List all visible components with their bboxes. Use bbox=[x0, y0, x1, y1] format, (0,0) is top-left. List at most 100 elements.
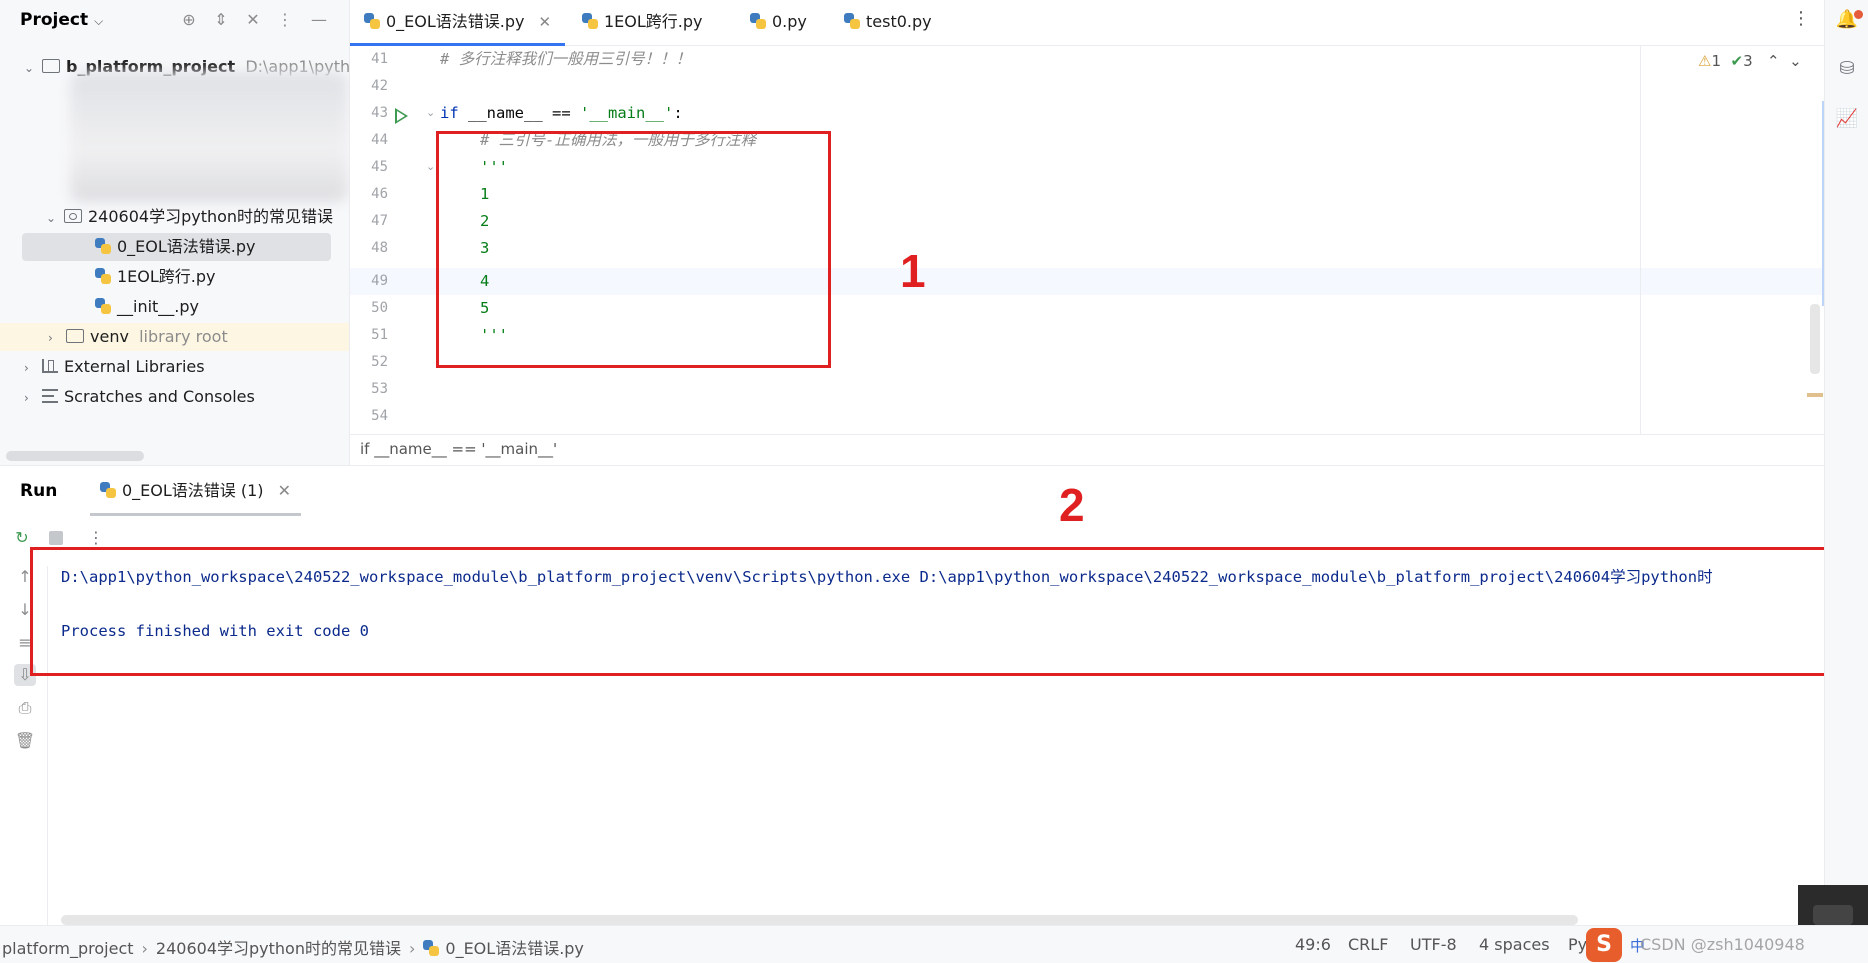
caret-position[interactable]: 49:6 bbox=[1295, 935, 1331, 954]
tab-0-py[interactable]: 0.py bbox=[736, 0, 821, 46]
library-icon bbox=[42, 359, 58, 373]
breadcrumb[interactable]: if __name__ == '__main__' bbox=[360, 440, 557, 458]
file-label: __init__.py bbox=[117, 297, 200, 316]
nav-folder[interactable]: 240604学习python时的常见错误 bbox=[156, 939, 401, 958]
collapse-all-icon[interactable]: ✕ bbox=[242, 9, 264, 31]
editor-breadcrumb-bar: if __name__ == '__main__' bbox=[350, 434, 1824, 465]
crosshair-icon[interactable]: ⊕ bbox=[178, 9, 200, 31]
chevron-up-icon[interactable]: ⌃ bbox=[1767, 52, 1780, 70]
tree-file-1-eol[interactable]: 1EOL跨行.py bbox=[95, 263, 216, 291]
print-icon[interactable]: ⎙ bbox=[14, 697, 36, 719]
rerun-icon[interactable]: ↻ bbox=[12, 528, 32, 548]
chart-icon[interactable]: 📈 bbox=[1835, 107, 1859, 131]
console-scrollbar[interactable] bbox=[61, 915, 1578, 925]
project-view-selector[interactable]: Project ⌵ bbox=[20, 10, 103, 30]
sogou-icon[interactable]: S bbox=[1586, 928, 1622, 962]
expand-all-icon[interactable]: ⇕ bbox=[210, 9, 232, 31]
more-icon[interactable]: ⋮ bbox=[1792, 8, 1810, 29]
close-icon[interactable]: ✕ bbox=[278, 481, 291, 500]
tree-external-libraries[interactable]: › External Libraries bbox=[24, 353, 205, 381]
run-panel-title: Run bbox=[20, 481, 58, 501]
line-number: 54 bbox=[371, 408, 388, 424]
blurred-region bbox=[70, 72, 348, 202]
annotation-box-1 bbox=[436, 131, 831, 368]
python-file-icon bbox=[100, 482, 116, 498]
tree-file-init[interactable]: __init__.py bbox=[95, 293, 199, 321]
more-icon[interactable]: ⋮ bbox=[86, 528, 106, 548]
floating-video-thumbnail[interactable] bbox=[1798, 885, 1868, 925]
folder-icon bbox=[42, 59, 60, 73]
python-file-icon bbox=[844, 13, 860, 29]
warning-icon: ⚠ bbox=[1698, 52, 1712, 70]
file-label: 1EOL跨行.py bbox=[117, 267, 216, 286]
scratches-label: Scratches and Consoles bbox=[64, 387, 255, 406]
project-header: Project ⌵ ⊕ ⇕ ✕ ⋮ — bbox=[0, 0, 350, 42]
trash-icon[interactable]: 🗑 bbox=[14, 730, 36, 752]
editor-scrollbar[interactable] bbox=[1810, 304, 1820, 374]
project-title: Project bbox=[20, 10, 89, 30]
editor-tab-bar: 0_EOL语法错误.py ✕ 1EOL跨行.py 0.py test0.py ⋮ bbox=[350, 0, 1824, 46]
python-file-icon bbox=[423, 940, 440, 956]
stop-icon[interactable] bbox=[46, 528, 66, 548]
chevron-down-icon[interactable]: ⌄ bbox=[1789, 52, 1802, 70]
scratches-icon bbox=[42, 389, 58, 403]
line-number: 53 bbox=[371, 381, 388, 397]
chevron-down-icon: ⌵ bbox=[94, 14, 104, 28]
warning-count: 1 bbox=[1711, 52, 1721, 70]
minimize-icon[interactable]: — bbox=[308, 9, 330, 31]
folder-label: 240604学习python时的常见错误 bbox=[88, 207, 334, 226]
interpreter-widget[interactable]: Py bbox=[1568, 935, 1587, 954]
line-number: 51 bbox=[371, 327, 388, 343]
chevron-right-icon: › bbox=[48, 331, 53, 345]
python-file-icon bbox=[582, 13, 598, 29]
warning-stripe-marker[interactable] bbox=[1807, 393, 1823, 397]
fold-icon[interactable]: ⌄ bbox=[426, 106, 435, 119]
tab-label: 0_EOL语法错误.py bbox=[386, 12, 525, 31]
status-navigation-path: platform_project › 240604学习python时的常见错误 › 0_… bbox=[2, 935, 584, 959]
right-tool-strip: 🔔 ⛁ 📈 bbox=[1824, 0, 1868, 925]
annotation-number-1: 1 bbox=[900, 245, 926, 297]
file-encoding[interactable]: UTF-8 bbox=[1410, 935, 1457, 954]
python-file-icon bbox=[95, 298, 111, 314]
check-count: 3 bbox=[1743, 52, 1753, 70]
chevron-down-icon: ⌄ bbox=[24, 61, 35, 75]
project-panel: Project ⌵ ⊕ ⇕ ✕ ⋮ — ⌄ b_platform_project D… bbox=[0, 0, 360, 465]
tab-0-eol[interactable]: 0_EOL语法错误.py ✕ bbox=[350, 0, 566, 46]
run-config-tab[interactable]: 0_EOL语法错误 (1) ✕ bbox=[90, 466, 301, 516]
tree-file-0-eol[interactable]: 0_EOL语法错误.py bbox=[22, 233, 331, 261]
line-number: 42 bbox=[371, 78, 388, 94]
package-folder-icon bbox=[64, 209, 82, 223]
run-tool-window: Run 0_EOL语法错误 (1) ✕ ↻ ⋮ ↑ ↓ ≡ ⇩ ⎙ 🗑 D:\ap… bbox=[0, 465, 1824, 926]
chevron-right-icon: › bbox=[408, 939, 416, 958]
line-number: 41 bbox=[371, 51, 388, 67]
tab-1-eol[interactable]: 1EOL跨行.py bbox=[568, 0, 717, 46]
venv-hint: library root bbox=[139, 327, 228, 346]
status-bar: platform_project › 240604学习python时的常见错误 › 0_… bbox=[0, 925, 1868, 963]
database-icon[interactable]: ⛁ bbox=[1835, 57, 1859, 81]
more-icon[interactable]: ⋮ bbox=[274, 9, 296, 31]
fold-icon[interactable]: ⌄ bbox=[426, 160, 435, 173]
nav-file[interactable]: 0_EOL语法错误.py bbox=[445, 939, 584, 958]
keyword-if: if bbox=[440, 104, 459, 122]
tab-test0[interactable]: test0.py bbox=[830, 0, 946, 46]
indent-setting[interactable]: 4 spaces bbox=[1479, 935, 1550, 954]
run-gutter-icon[interactable] bbox=[395, 108, 408, 124]
nav-project[interactable]: platform_project bbox=[2, 939, 134, 958]
line-number: 44 bbox=[371, 132, 388, 148]
close-icon[interactable]: ✕ bbox=[539, 13, 552, 31]
chevron-right-icon: › bbox=[141, 939, 148, 958]
project-scrollbar[interactable] bbox=[6, 451, 144, 461]
code-line-41: # 多行注释我们一般用三引号！！！ bbox=[440, 46, 691, 73]
tree-folder-venv[interactable]: › venv library root bbox=[0, 323, 349, 351]
tree-scratches[interactable]: › Scratches and Consoles bbox=[24, 383, 255, 411]
tree-folder-errors[interactable]: ⌄ 240604学习python时的常见错误 bbox=[46, 203, 333, 231]
line-separator[interactable]: CRLF bbox=[1348, 935, 1388, 954]
line-number: 50 bbox=[371, 300, 388, 316]
code-text: __name__ == bbox=[458, 104, 580, 122]
chevron-right-icon: › bbox=[24, 391, 29, 405]
tab-label: 0.py bbox=[772, 12, 807, 31]
string-literal: '__main__' bbox=[580, 104, 674, 122]
run-tab-label: 0_EOL语法错误 (1) bbox=[122, 481, 264, 500]
inspection-widget[interactable]: ⚠1 ✔3 ⌃ ⌄ bbox=[1698, 52, 1802, 70]
line-gutter: 41 42 43 44 45 46 47 48 49 50 51 52 53 5… bbox=[350, 46, 440, 434]
